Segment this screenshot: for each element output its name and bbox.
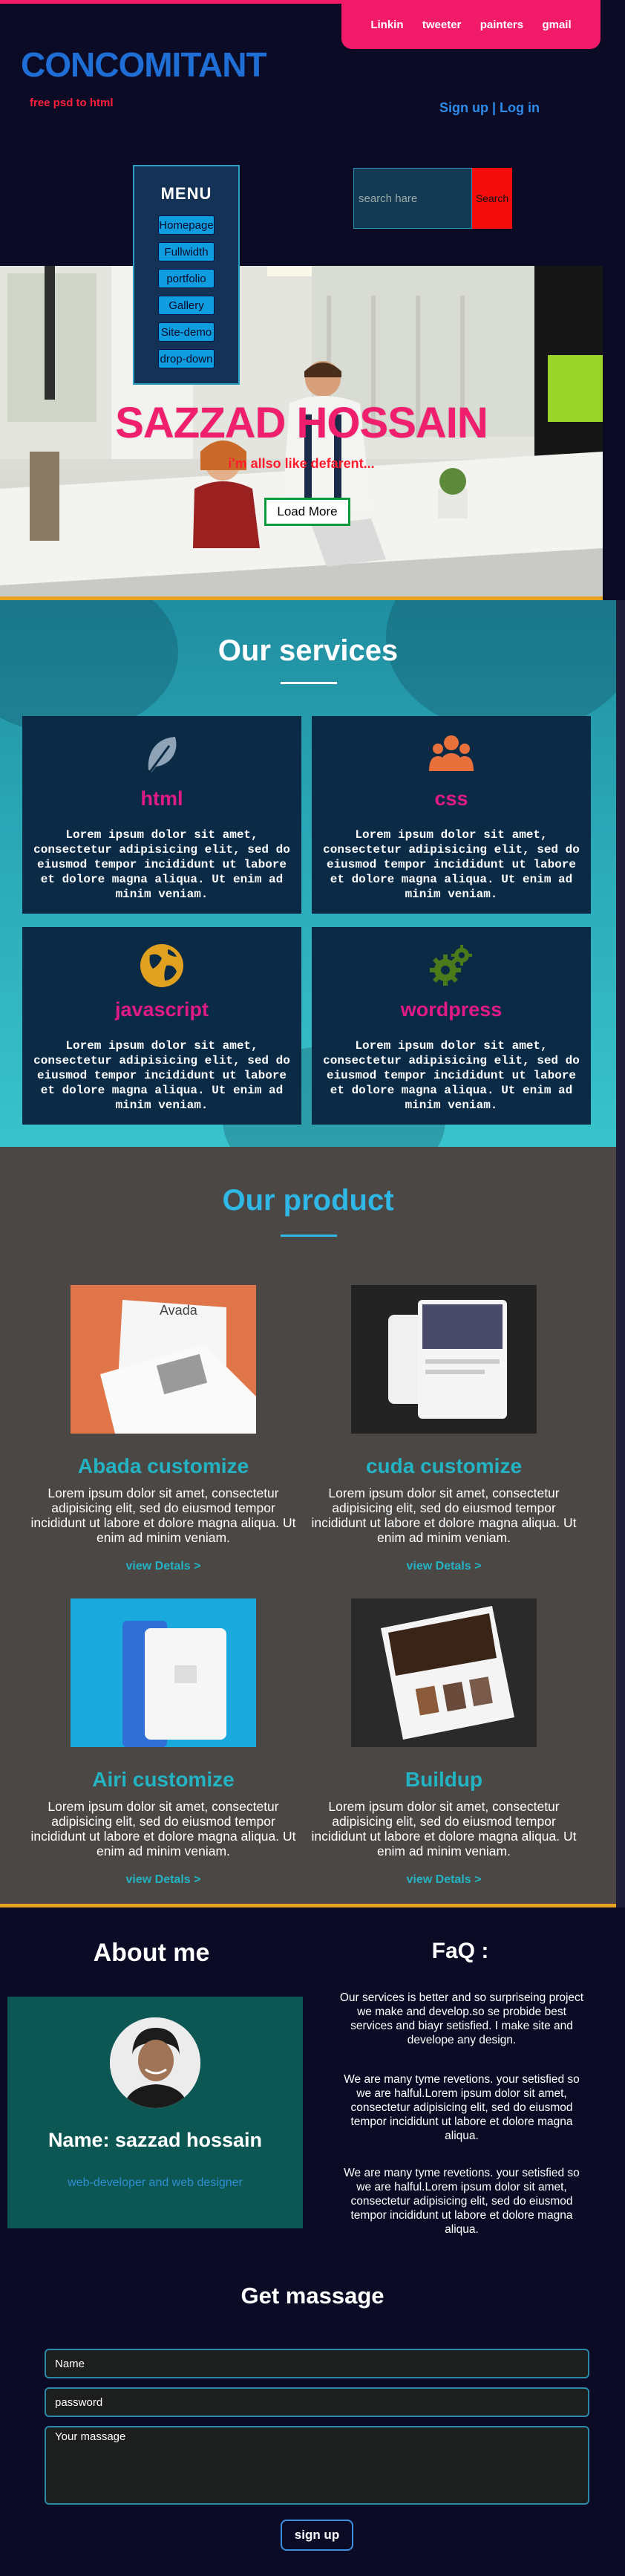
- product-description: Lorem ipsum dolor sit amet, consectetur …: [30, 1486, 296, 1545]
- menu-item-gallery[interactable]: Gallery: [158, 296, 215, 315]
- load-more-button[interactable]: Load More: [264, 498, 350, 526]
- social-links-bar: Linkin tweeter painters gmail: [341, 0, 601, 49]
- view-details-link[interactable]: view Detals >: [303, 1560, 585, 1573]
- product-image[interactable]: Avada: [71, 1285, 256, 1434]
- service-name: javascript: [114, 998, 209, 1021]
- hero-banner: SAZZAD HOSSAIN i'm allso like defarent..…: [0, 266, 603, 600]
- product-name: cuda customize: [365, 1454, 523, 1477]
- services-title-underline: [281, 682, 337, 684]
- social-link-gmail[interactable]: gmail: [542, 19, 571, 31]
- product-mockup-image: [122, 1621, 226, 1747]
- product-mockup-image: Avada: [100, 1300, 256, 1434]
- product-card-cuda: cuda customize Lorem ipsum dolor sit ame…: [303, 1285, 585, 1573]
- search-button[interactable]: Search: [472, 168, 512, 229]
- service-description: Lorem ipsum dolor sit amet, consectetur …: [33, 828, 290, 901]
- product-image[interactable]: [351, 1285, 537, 1434]
- auth-links: Sign up | Log in: [439, 100, 540, 116]
- service-card-wordpress: wordpress Lorem ipsum dolor sit amet, co…: [312, 927, 591, 1125]
- menu-item-homepage[interactable]: Homepage: [158, 215, 215, 235]
- globe-icon: [140, 944, 183, 987]
- signup-link[interactable]: Sign up: [439, 100, 488, 115]
- service-name: css: [434, 787, 468, 810]
- product-description: Lorem ipsum dolor sit amet, consectetur …: [30, 1799, 296, 1858]
- search-input[interactable]: [353, 168, 472, 229]
- service-description: Lorem ipsum dolor sit amet, consectetur …: [323, 1039, 580, 1112]
- products-title: Our product: [222, 1184, 394, 1217]
- product-description: Lorem ipsum dolor sit amet, consectetur …: [311, 1799, 577, 1858]
- avatar-photo: [110, 2017, 200, 2108]
- services-title: Our services: [217, 634, 399, 667]
- users-icon: [429, 735, 474, 771]
- signup-button[interactable]: sign up: [281, 2520, 353, 2551]
- products-section: Our product Avada Abada customize Lorem …: [0, 1147, 616, 1907]
- gears-icon: [430, 945, 472, 986]
- svg-text:Avada: Avada: [160, 1303, 198, 1318]
- about-name: Name: sazzad hossain: [48, 2129, 263, 2151]
- about-section: About me Name: sazzad hossain web-develo…: [0, 1907, 625, 2576]
- brand-logo[interactable]: CONCOMITANT: [21, 45, 267, 85]
- product-description: Lorem ipsum dolor sit amet, consectetur …: [311, 1486, 577, 1545]
- services-section: Our services html Lorem ipsum dolor sit …: [0, 600, 616, 1147]
- service-name: html: [140, 787, 183, 810]
- service-description: Lorem ipsum dolor sit amet, consectetur …: [33, 1039, 290, 1112]
- password-field[interactable]: [45, 2387, 589, 2417]
- menu-item-portfolio[interactable]: portfolio: [158, 269, 215, 288]
- social-link-tweeter[interactable]: tweeter: [422, 19, 462, 31]
- menu-title: MENU: [160, 184, 212, 203]
- contact-title: Get massage: [240, 2283, 385, 2309]
- product-image[interactable]: [351, 1598, 537, 1747]
- top-accent-line: [0, 0, 341, 4]
- product-card-airi: Airi customize Lorem ipsum dolor sit ame…: [22, 1598, 304, 1887]
- service-card-html: html Lorem ipsum dolor sit amet, consect…: [22, 716, 301, 914]
- menu-item-fullwidth[interactable]: Fullwidth: [158, 242, 215, 261]
- faq-item: Our services is better and so surprisein…: [339, 1991, 584, 2046]
- avatar: [110, 2017, 200, 2108]
- product-mockup-image: [381, 1606, 514, 1740]
- nav-menu: MENU Homepage Fullwidth portfolio Galler…: [133, 165, 240, 385]
- service-card-css: css Lorem ipsum dolor sit amet, consecte…: [312, 716, 591, 914]
- view-details-link[interactable]: view Detals >: [303, 1873, 585, 1887]
- page-scrollbar[interactable]: [616, 600, 625, 1907]
- menu-item-drop-down[interactable]: drop-down: [158, 349, 215, 368]
- social-link-painters[interactable]: painters: [480, 19, 523, 31]
- faq-title: FaQ :: [431, 1939, 489, 1963]
- about-title: About me: [93, 1939, 210, 1967]
- product-card-buildup: Buildup Lorem ipsum dolor sit amet, cons…: [303, 1598, 585, 1887]
- product-name: Airi customize: [92, 1768, 235, 1791]
- search-box: Search: [353, 168, 512, 229]
- faq-item: We are many tyme revetions. your setisfi…: [344, 2167, 580, 2236]
- view-details-link[interactable]: view Detals >: [22, 1560, 304, 1573]
- product-name: Buildup: [405, 1768, 483, 1791]
- name-field[interactable]: [45, 2349, 589, 2378]
- feather-icon: [147, 737, 177, 775]
- service-name: wordpress: [400, 998, 503, 1021]
- faq-item: We are many tyme revetions. your setisfi…: [344, 2073, 580, 2142]
- brand-tagline: free psd to html: [30, 97, 114, 109]
- service-card-javascript: javascript Lorem ipsum dolor sit amet, c…: [22, 927, 301, 1125]
- hero-subtitle: i'm allso like defarent...: [228, 456, 375, 471]
- menu-item-site-demo[interactable]: Site-demo: [158, 322, 215, 342]
- header: Linkin tweeter painters gmail CONCOMITAN…: [0, 0, 625, 266]
- hero-name: SAZZAD HOSSAIN: [115, 399, 488, 447]
- view-details-link[interactable]: view Detals >: [22, 1873, 304, 1887]
- about-role: web-developer and web designer: [68, 2176, 243, 2189]
- product-name: Abada customize: [77, 1454, 249, 1477]
- product-card-abada: Avada Abada customize Lorem ipsum dolor …: [22, 1285, 304, 1573]
- auth-separator: |: [488, 100, 500, 115]
- product-mockup-image: [388, 1300, 507, 1419]
- social-link-linkin[interactable]: Linkin: [370, 19, 403, 31]
- login-link[interactable]: Log in: [500, 100, 540, 115]
- service-description: Lorem ipsum dolor sit amet, consectetur …: [323, 828, 580, 901]
- product-image[interactable]: [71, 1598, 256, 1747]
- message-field[interactable]: [45, 2426, 589, 2505]
- products-title-underline: [281, 1235, 337, 1237]
- about-card: Name: sazzad hossain web-developer and w…: [7, 1997, 303, 2228]
